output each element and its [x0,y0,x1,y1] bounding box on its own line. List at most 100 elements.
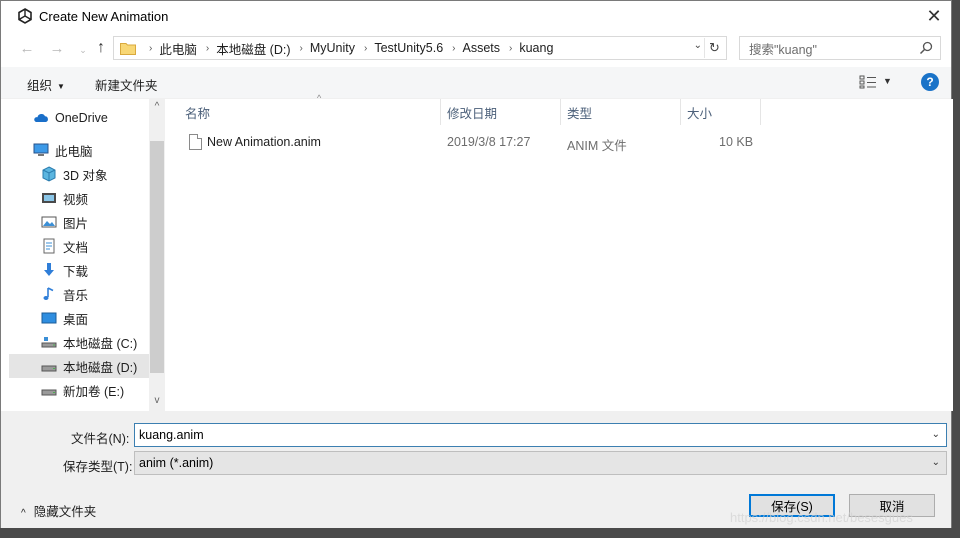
view-options-icon[interactable] [859,75,877,89]
save-file-dialog: Create New Animation ✕ ← → ⌄ ↑ › 此电脑 › 本… [0,0,953,528]
breadcrumb-myunity[interactable]: MyUnity [310,41,355,55]
sidebar-item-downloads[interactable]: 下载 [9,258,149,282]
background-editor-bottom [0,528,960,538]
breadcrumb-separator: › [205,42,210,54]
breadcrumb-kuang[interactable]: kuang [519,41,553,55]
new-folder-button[interactable]: 新建文件夹 [95,75,158,94]
sidebar-item-label: 图片 [63,216,89,231]
new-folder-label: 新建文件夹 [95,79,158,93]
download-icon [44,263,54,276]
file-type: ANIM 文件 [567,139,627,153]
column-header-size[interactable]: 大小 [681,99,761,125]
hide-folders-toggle[interactable]: ^ 隐藏文件夹 [21,501,96,520]
chevron-down-icon[interactable]: ⌄ [932,429,940,440]
unity-logo-icon [18,8,32,24]
refresh-button[interactable]: ↻ [704,38,724,58]
navigation-scrollbar[interactable]: ^ v [149,99,165,411]
sidebar-item-label: 音乐 [63,288,89,303]
sidebar-item-drive-c[interactable]: 本地磁盘 (C:) [9,330,149,354]
filetype-select[interactable]: anim (*.anim) ⌄ [134,451,947,475]
sidebar-item-desktop[interactable]: 桌面 [9,306,149,330]
scroll-up-arrow-icon[interactable]: ^ [149,101,165,112]
search-placeholder: 搜索"kuang" [749,42,817,57]
address-history-dropdown[interactable]: ⌄ [694,40,702,51]
organize-menu-button[interactable]: 组织 ▼ [27,75,65,94]
filetype-value: anim (*.anim) [139,456,214,470]
sidebar-item-onedrive[interactable]: OneDrive [9,106,149,130]
breadcrumb-this-pc[interactable]: 此电脑 [159,39,197,58]
sidebar-item-label: 新加卷 (E:) [63,384,125,399]
drive-icon [41,389,57,396]
sidebar-item-drive-d[interactable]: 本地磁盘 (D:) [9,354,149,378]
column-header-type[interactable]: 类型 [561,99,681,125]
sidebar-item-videos[interactable]: 视频 [9,186,149,210]
sidebar-item-documents[interactable]: 文档 [9,234,149,258]
navigation-row: ← → ⌄ ↑ › 此电脑 › 本地磁盘 (D:) › MyUnity › Te… [1,35,951,61]
file-name: New Animation.anim [207,135,321,149]
column-header-modified[interactable]: 修改日期 [441,99,561,125]
sidebar-item-label: 此电脑 [55,144,93,159]
breadcrumb-separator: › [509,42,513,54]
video-icon [42,193,56,203]
sidebar-item-3d-objects[interactable]: 3D 对象 [9,162,149,186]
forward-arrow-icon: → [49,39,65,57]
column-header-label: 修改日期 [447,106,498,121]
navigation-pane: OneDrive 此电脑 3D 对象 视频 图片 文档 下载 音乐 桌面 本地磁… [9,99,149,411]
sidebar-item-label: 3D 对象 [63,168,108,183]
sidebar-item-label: OneDrive [55,111,108,125]
column-header-label: 名称 [185,106,211,121]
back-button[interactable]: ← [17,38,37,58]
file-icon [189,134,202,150]
up-button[interactable]: ↑ [91,38,111,58]
address-bar[interactable]: › 此电脑 › 本地磁盘 (D:) › MyUnity › TestUnity5… [113,36,727,60]
chevron-down-icon: ⌄ [931,457,940,468]
cube-icon [42,166,56,182]
sidebar-item-label: 视频 [63,192,89,207]
picture-icon [41,216,57,228]
breadcrumb-testunity[interactable]: TestUnity5.6 [374,41,443,55]
breadcrumb-drive-d[interactable]: 本地磁盘 (D:) [216,39,290,58]
filename-label: 文件名(N): [71,432,130,446]
search-icon [919,41,933,55]
up-arrow-icon: ↑ [97,39,105,56]
sidebar-item-drive-e[interactable]: 新加卷 (E:) [9,378,149,402]
recent-locations-button[interactable]: ⌄ [73,40,93,60]
drive-icon [41,337,57,348]
music-icon [43,287,54,300]
breadcrumb-assets[interactable]: Assets [462,41,500,55]
file-modified: 2019/3/8 17:27 [447,135,531,149]
filetype-label: 保存类型(T): [63,460,133,474]
scroll-down-arrow-icon[interactable]: v [149,395,165,406]
column-header-label: 类型 [567,106,593,121]
column-header-name[interactable]: 名称 ^ [179,93,441,125]
view-options-caret[interactable]: ▼ [883,76,892,86]
close-button[interactable]: ✕ [923,5,945,27]
file-list: 名称 ^ 修改日期 类型 大小 New Animation.anim 2019/… [167,93,953,411]
refresh-icon: ↻ [709,40,720,55]
background-editor-strip [952,0,960,538]
forward-button[interactable]: → [47,38,67,58]
help-icon[interactable]: ? [921,73,939,91]
sidebar-item-label: 桌面 [63,312,89,327]
computer-icon [33,143,49,156]
breadcrumb-separator: › [452,42,456,54]
sort-ascending-icon: ^ [317,93,322,103]
back-arrow-icon: ← [19,39,35,57]
sidebar-item-label: 下载 [63,264,89,279]
breadcrumb-separator: › [299,42,303,54]
desktop-icon [41,312,57,324]
sidebar-item-label: 文档 [63,240,89,255]
sidebar-item-music[interactable]: 音乐 [9,282,149,306]
drive-icon [41,365,57,372]
sidebar-item-this-pc[interactable]: 此电脑 [9,138,149,162]
sidebar-item-pictures[interactable]: 图片 [9,210,149,234]
scrollbar-thumb[interactable] [150,141,164,373]
title-bar: Create New Animation ✕ [1,1,951,31]
filename-input[interactable]: kuang.anim ⌄ [134,423,947,447]
file-size: 10 KB [719,135,754,149]
search-input[interactable]: 搜索"kuang" [739,36,941,60]
file-row[interactable]: New Animation.anim 2019/3/8 17:27 ANIM 文… [181,133,761,153]
hide-folders-label: 隐藏文件夹 [33,505,97,519]
breadcrumb-separator: › [364,42,368,54]
column-header-label: 大小 [687,106,713,121]
